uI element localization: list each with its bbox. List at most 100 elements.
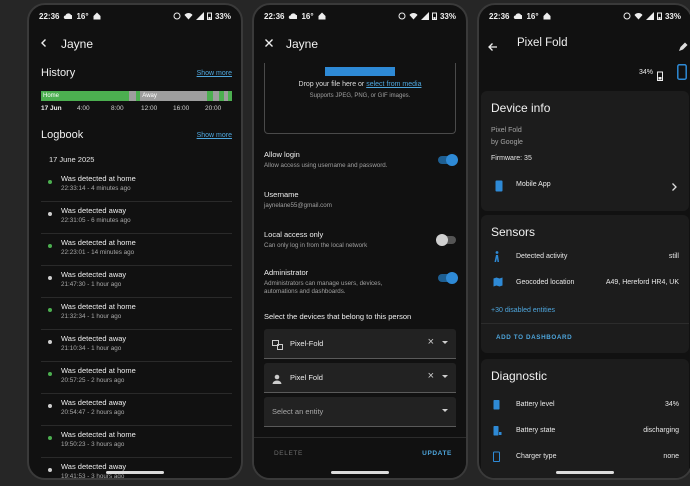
logbook-entry[interactable]: Was detected away 22:31:05 - 6 minutes ag… [41, 202, 232, 234]
alarm-icon [398, 12, 406, 20]
username-value: jaynelane55@gmail.com [264, 202, 332, 209]
entity-placeholder: Select an entity [272, 407, 324, 416]
select-from-media-link[interactable]: select from media [366, 81, 421, 88]
timeline-away-segment [128, 91, 137, 101]
upload-text: Drop your file here or [298, 81, 367, 88]
device-info-card: Device info Pixel Fold by Google Firmwar… [481, 91, 689, 211]
toggle-knob [446, 154, 458, 166]
edit-pencil-icon[interactable] [678, 39, 688, 57]
phone-device-icon[interactable] [677, 64, 687, 85]
status-time: 22:36 [264, 11, 285, 21]
diagnostic-value: 34% [664, 401, 679, 408]
logbook-timestamp: 20:54:47 - 2 hours ago [61, 409, 125, 416]
clear-icon[interactable]: × [428, 336, 434, 348]
allow-login-toggle[interactable] [438, 154, 458, 166]
gesture-nav-bar [556, 471, 614, 474]
logbook-message: Was detected away [61, 398, 127, 407]
home-state-dot [48, 244, 52, 248]
status-temp: 16° [526, 11, 539, 21]
home-state-dot [48, 372, 52, 376]
timeline-tick: 12:00 [141, 105, 158, 112]
diagnostic-label: Charger type [516, 453, 557, 460]
logbook-entry[interactable]: Was detected away 21:10:34 - 1 hour ago [41, 330, 232, 362]
logbook-entry[interactable]: Was detected at home 20:57:25 - 2 hours a… [41, 362, 232, 394]
logbook-entry[interactable]: Was detected away 19:41:53 - 3 hours ago [41, 458, 232, 478]
home-state-dot [48, 436, 52, 440]
map-icon [493, 277, 503, 289]
picture-upload-dropzone[interactable]: Drop your file here or select from media… [264, 63, 456, 134]
close-icon[interactable] [264, 35, 274, 53]
phone-device-screen: 22:36 16° 33% Pixel Fold 34% Device info… [477, 3, 690, 480]
sensor-label: Detected activity [516, 253, 568, 260]
logbook-heading: Logbook [41, 129, 84, 141]
away-state-dot [48, 212, 52, 216]
logbook-timestamp: 19:50:23 - 3 hours ago [61, 441, 125, 448]
logbook-timestamp: 20:57:25 - 2 hours ago [61, 377, 125, 384]
device-manufacturer: by Google [491, 139, 523, 146]
page-title: Jayne [61, 37, 94, 51]
diagnostic-row-battery-level[interactable]: Battery level 34% [491, 399, 679, 413]
logbook-message: Was detected at home [61, 366, 136, 375]
timeline-away-segment: Away [140, 91, 208, 101]
username-setting: Username jaynelane55@gmail.com [264, 190, 456, 210]
wifi-icon [184, 12, 193, 20]
local-access-setting: Local access only Can only log in from t… [264, 230, 456, 250]
sensor-value: still [668, 253, 679, 260]
timeline-home-segment: Home [41, 91, 129, 101]
logbook-show-more-link[interactable]: Show more [197, 132, 232, 139]
gesture-nav-bar [106, 471, 164, 474]
charger-icon [493, 451, 500, 464]
logbook-entry[interactable]: Was detected at home 22:33:14 - 4 minutes… [41, 170, 232, 202]
home-assistant-icon [543, 12, 551, 20]
diagnostic-title: Diagnostic [491, 369, 548, 383]
logbook-message: Was detected at home [61, 302, 136, 311]
allow-login-setting: Allow login Allow access using username … [264, 150, 458, 170]
administrator-toggle[interactable] [438, 272, 458, 284]
timeline-tick: 17 Jun [41, 105, 62, 112]
sensors-card: Sensors Detected activity still Geocoded… [481, 215, 689, 353]
clear-icon[interactable]: × [428, 370, 434, 382]
chevron-down-icon[interactable] [442, 375, 448, 378]
sensor-value: A49, Hereford HR4, UK [605, 279, 679, 286]
entity-select[interactable]: Select an entity [264, 397, 456, 427]
logbook-entry[interactable]: Was detected at home 19:50:23 - 3 hours a… [41, 426, 232, 458]
device-select-2[interactable]: Pixel Fold × [264, 363, 456, 393]
chevron-down-icon[interactable] [442, 341, 448, 344]
logbook-entry[interactable]: Was detected at home 22:23:01 - 14 minute… [41, 234, 232, 266]
device-name: Pixel Fold [290, 373, 323, 382]
timeline-axis: 17 Jun 4:00 8:00 12:00 16:00 20:00 [41, 105, 232, 114]
back-arrow-icon[interactable] [39, 35, 49, 53]
away-state-dot [48, 468, 52, 472]
signal-icon [420, 12, 429, 20]
sensors-title: Sensors [491, 225, 536, 239]
alarm-icon [623, 12, 631, 20]
delete-button[interactable]: DELETE [274, 450, 303, 457]
logbook-timestamp: 22:33:14 - 4 minutes ago [61, 185, 131, 192]
sensor-row-activity[interactable]: Detected activity still [491, 251, 679, 265]
add-to-dashboard-button[interactable]: ADD TO DASHBOARD [496, 334, 572, 341]
logbook-entry[interactable]: Was detected away 21:47:30 - 1 hour ago [41, 266, 232, 298]
timeline-tick: 16:00 [173, 105, 190, 112]
diagnostic-value: discharging [643, 427, 679, 434]
administrator-desc: Administrators can manage users, devices… [264, 280, 383, 295]
mobile-app-integration-row[interactable]: Mobile App [491, 177, 679, 195]
sensor-label: Geocoded location [516, 279, 575, 286]
update-button[interactable]: UPDATE [422, 450, 452, 457]
history-show-more-link[interactable]: Show more [197, 70, 232, 77]
cloud-icon [63, 13, 73, 19]
disabled-entities-link[interactable]: +30 disabled entities [491, 307, 555, 314]
local-access-toggle[interactable] [436, 234, 456, 246]
chevron-down-icon[interactable] [442, 409, 448, 412]
logbook-entry[interactable]: Was detected at home 21:32:34 - 1 hour ag… [41, 298, 232, 330]
history-timeline-bar[interactable]: Home Away [41, 91, 232, 101]
device-select-1[interactable]: Pixel-Fold × [264, 329, 456, 359]
diagnostic-row-battery-state[interactable]: Battery state discharging [491, 425, 679, 439]
diagnostic-row-charger-type[interactable]: Charger type none [491, 451, 679, 465]
back-arrow-icon[interactable] [487, 39, 498, 57]
logbook-entry[interactable]: Was detected away 20:54:47 - 2 hours ago [41, 394, 232, 426]
dialog-body: Drop your file here or select from media… [254, 63, 466, 438]
battery-level-icon [493, 399, 500, 412]
sensor-row-location[interactable]: Geocoded location A49, Hereford HR4, UK [491, 277, 679, 291]
home-state-dot [48, 180, 52, 184]
logbook-message: Was detected at home [61, 238, 136, 247]
